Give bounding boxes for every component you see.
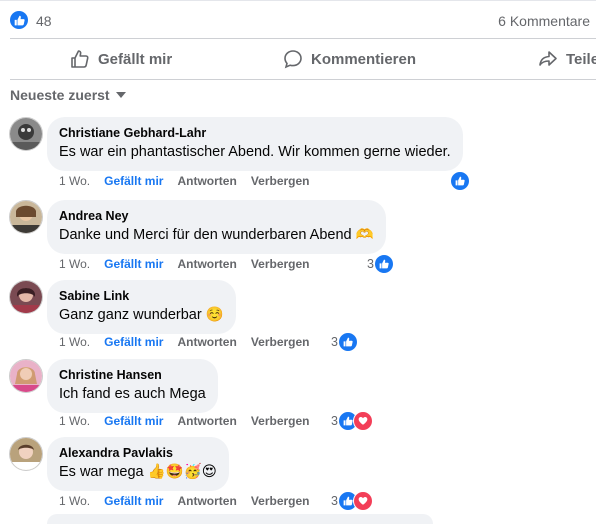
comment-time[interactable]: 1 Wo. — [59, 257, 90, 271]
avatar[interactable] — [9, 359, 43, 393]
comment-bubble: Alexandra Pavlakis Es war mega 👍🤩🥳😍 — [47, 437, 229, 491]
like-reaction-icon — [450, 171, 470, 191]
comment-reply-link[interactable]: Antworten — [177, 335, 236, 349]
comment-author[interactable]: Sabine Link — [59, 288, 224, 304]
comment-text: Danke und Merci für den wunderbaren Aben… — [59, 227, 374, 243]
comment-bubble: Christiane Gebhard-Lahr Es war ein phant… — [47, 117, 463, 171]
sort-dropdown[interactable]: Neueste zuerst — [10, 87, 126, 103]
comment-bubble: Christine Hansen Ich fand es auch Mega — [47, 359, 218, 413]
share-button[interactable]: Teilen — [538, 40, 596, 78]
comment-time[interactable]: 1 Wo. — [59, 335, 90, 349]
comment-reactions[interactable] — [450, 171, 470, 191]
comment-hide-link[interactable]: Verbergen — [251, 174, 310, 188]
comment-hide-link[interactable]: Verbergen — [251, 335, 310, 349]
comment-count-link[interactable]: 6 Kommentare — [498, 13, 590, 29]
reaction-count: 3 — [331, 494, 338, 508]
caret-down-icon — [115, 92, 126, 98]
reaction-count: 3 — [331, 335, 338, 349]
comment-hide-link[interactable]: Verbergen — [251, 414, 310, 428]
comment-bubble: Andrea Ney Danke und Merci für den wunde… — [47, 200, 386, 254]
comment-bubble-icon — [284, 50, 302, 69]
like-reaction-icon — [337, 332, 358, 352]
comment-bubble: Sabine Link Ganz ganz wunderbar ☺️ — [47, 280, 236, 334]
comment-author[interactable]: Christiane Gebhard-Lahr — [59, 125, 451, 141]
sort-label: Neueste zuerst — [10, 87, 110, 103]
like-count[interactable]: 48 — [36, 13, 52, 29]
comment-hide-link[interactable]: Verbergen — [251, 257, 310, 271]
heart-reaction-icon — [352, 491, 373, 511]
comment-actions: 1 Wo. Gefällt mir Antworten Verbergen — [59, 494, 324, 508]
comment-author[interactable]: Christine Hansen — [59, 367, 206, 383]
reaction-count: 3 — [367, 257, 374, 271]
reaction-summary: 48 6 Kommentare — [10, 10, 596, 32]
reaction-count: 3 — [331, 414, 338, 428]
comment-author[interactable]: Andrea Ney — [59, 208, 374, 224]
comment-like-link[interactable]: Gefällt mir — [104, 174, 163, 188]
comment-reply-link[interactable]: Antworten — [177, 414, 236, 428]
comment-reactions[interactable]: 3 — [331, 332, 358, 352]
comment-actions: 1 Wo. Gefällt mir Antworten Verbergen — [59, 257, 324, 271]
comment-reactions[interactable]: 3 — [367, 254, 394, 274]
comment-author[interactable]: Alexandra Pavlakis — [59, 445, 217, 461]
comment-like-link[interactable]: Gefällt mir — [104, 335, 163, 349]
comment-text: Es war mega 👍🤩🥳😍 — [59, 464, 217, 480]
comment-item: Alexandra Pavlakis Es war mega 👍🤩🥳😍 1 Wo… — [9, 437, 596, 512]
comment-item: Christiane Gebhard-Lahr Es war ein phant… — [9, 117, 596, 192]
like-reaction-icon — [373, 254, 394, 274]
share-button-label: Teilen — [566, 50, 596, 68]
comment-like-link[interactable]: Gefällt mir — [104, 414, 163, 428]
comment-hide-link[interactable]: Verbergen — [251, 494, 310, 508]
comment-actions: 1 Wo. Gefällt mir Antworten Verbergen — [59, 414, 324, 428]
comment-actions: 1 Wo. Gefällt mir Antworten Verbergen — [59, 335, 324, 349]
comment-reply-link[interactable]: Antworten — [177, 257, 236, 271]
heart-reaction-icon — [352, 411, 373, 431]
comment-item: Sabine Link Ganz ganz wunderbar ☺️ 1 Wo.… — [9, 280, 596, 355]
comment-time[interactable]: 1 Wo. — [59, 174, 90, 188]
like-button-label: Gefällt mir — [98, 50, 173, 68]
comment-button-label: Kommentieren — [311, 50, 417, 68]
comment-button[interactable]: Kommentieren — [283, 40, 416, 78]
avatar[interactable] — [9, 117, 43, 151]
divider — [10, 79, 596, 80]
avatar[interactable] — [9, 280, 43, 314]
comment-time[interactable]: 1 Wo. — [59, 414, 90, 428]
like-reaction-icon[interactable] — [10, 11, 28, 29]
action-bar: Gefällt mir Kommentieren Teilen — [10, 40, 596, 78]
share-arrow-icon — [539, 51, 557, 66]
comment-like-link[interactable]: Gefällt mir — [104, 257, 163, 271]
comment-item: Christine Hansen Ich fand es auch Mega 1… — [9, 359, 596, 434]
next-comment-bubble — [47, 514, 433, 524]
comment-text: Ich fand es auch Mega — [59, 386, 206, 402]
comment-text: Ganz ganz wunderbar ☺️ — [59, 307, 224, 323]
avatar[interactable] — [9, 437, 43, 471]
comment-time[interactable]: 1 Wo. — [59, 494, 90, 508]
comment-actions: 1 Wo. Gefällt mir Antworten Verbergen — [59, 174, 324, 188]
avatar[interactable] — [9, 200, 43, 234]
comment-reactions[interactable]: 3 — [331, 491, 373, 511]
comment-text: Es war ein phantastischer Abend. Wir kom… — [59, 144, 451, 160]
comment-reply-link[interactable]: Antworten — [177, 174, 236, 188]
like-button[interactable]: Gefällt mir — [70, 40, 172, 78]
comment-reactions[interactable]: 3 — [331, 411, 373, 431]
comment-item: Andrea Ney Danke und Merci für den wunde… — [9, 200, 596, 275]
comment-like-link[interactable]: Gefällt mir — [104, 494, 163, 508]
divider — [10, 38, 596, 39]
top-divider — [0, 0, 596, 1]
comment-reply-link[interactable]: Antworten — [177, 494, 236, 508]
thumbs-up-icon — [71, 50, 89, 68]
